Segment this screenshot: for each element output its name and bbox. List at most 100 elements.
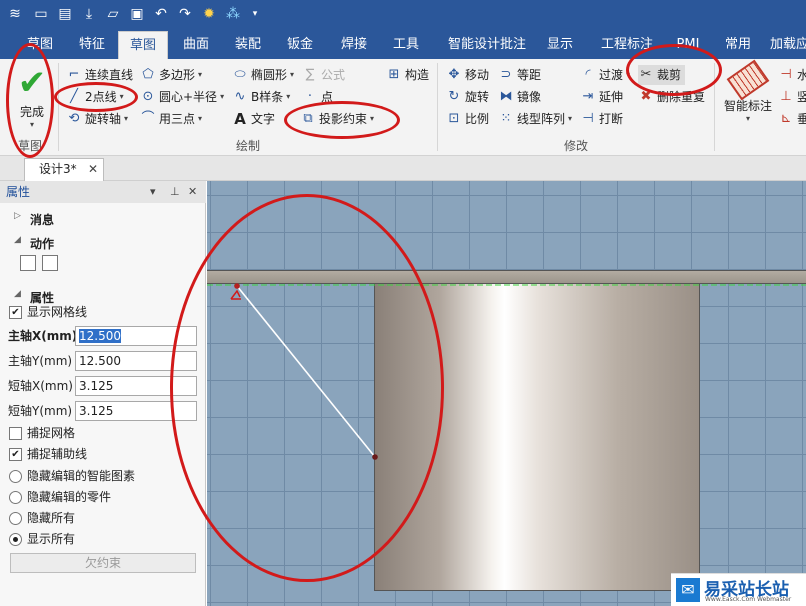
save-icon[interactable]: ▣ [128,5,146,23]
pin-icon[interactable]: ⊥ [170,181,180,203]
radio-hide-part[interactable] [9,491,22,504]
radio-show-all[interactable] [9,533,22,546]
rotate-button[interactable]: ↻ 旋转 [446,87,489,107]
section-actions[interactable]: ◢ 动作 [14,235,54,252]
scissors-icon: ✂ [640,67,652,82]
perpendicular-label: 垂 [797,112,806,126]
fillet-button[interactable]: ◜ 过渡 ▾ [580,65,630,85]
new-file-icon[interactable]: ▭ [32,5,50,23]
project-constraint-button[interactable]: ⧉ 投影约束 ▾ [300,109,374,129]
delete-icon: ✖ [640,89,652,104]
snap-grid-checkbox[interactable] [9,427,22,440]
tab-smart-annotation[interactable]: 智能设计批注 [440,31,534,59]
radio-hide-smart[interactable] [9,470,22,483]
tab-tools[interactable]: 工具 [384,31,428,59]
center-radius-button[interactable]: ⊙ 圆心+半径 ▾ [140,87,225,107]
close-icon[interactable]: ✕ [88,159,98,180]
point-icon: · [307,89,313,104]
section-messages[interactable]: ▷ 消息 [14,211,54,228]
break-button[interactable]: ⊣ 打断 [580,109,623,129]
tab-feature[interactable]: 特征 [70,31,114,59]
app-menu-icon[interactable]: ≋ [6,5,24,23]
major-y-input[interactable]: 12.500 [75,351,197,371]
line-start-point[interactable] [234,283,240,289]
sketch-line[interactable] [236,285,376,458]
edit-action-icon[interactable] [20,255,36,271]
two-point-line-button[interactable]: ╱ 2点线 ▾ [66,87,124,107]
text-button[interactable]: A 文字 [232,109,275,129]
linear-array-button[interactable]: ⁙ 线型阵列 ▾ [498,109,572,129]
equidistant-button[interactable]: ⊃ 等距 [498,65,541,85]
scale-button[interactable]: ⊡ 比例 [446,109,489,129]
redo-icon[interactable]: ↷ [176,5,194,23]
tab-weld[interactable]: 焊接 [332,31,376,59]
show-grid-checkbox[interactable]: ✔ [9,306,22,319]
export-icon[interactable]: ⤓ [80,5,98,23]
done-dropdown-icon: ▾ [29,120,34,129]
open-file-icon[interactable]: ▤ [56,5,74,23]
scale-icon: ⊡ [448,111,460,126]
under-constrained-button[interactable]: 欠约束 [10,553,196,573]
extend-button[interactable]: ⇥ 延伸 [580,87,623,107]
polyline-button[interactable]: ⌐ 连续直线 [66,65,133,85]
mirror-icon: ⧓ [499,89,513,104]
section-properties[interactable]: ◢ 属性 [14,289,54,306]
bspline-button[interactable]: ∿ B样条 ▾ [232,87,291,107]
chevron-down-icon: ▾ [290,70,295,79]
radio-hide-all[interactable] [9,512,22,525]
vertical-label: 竖 [797,90,806,104]
major-x-input[interactable]: 12.500 [75,326,197,346]
horizontal-constraint-button[interactable]: ⊣ 水 [778,65,806,85]
tab-display[interactable]: 显示 [538,31,582,59]
design-viewport[interactable] [207,181,806,606]
rotate-axis-button[interactable]: ⟲ 旋转轴 ▾ [66,109,128,129]
table-action-icon[interactable] [42,255,58,271]
document-tab[interactable]: 设计3* ✕ [24,158,104,181]
collapse-icon: ◢ [14,235,21,245]
project-constraint-label: 投影约束 [319,112,368,126]
tab-sketch[interactable]: 草图 [118,31,168,59]
group-label-modify: 修改 [564,139,589,153]
three-point-button[interactable]: ⌒ 用三点 ▾ [140,109,202,129]
mirror-button[interactable]: ⧓ 镜像 [498,87,542,107]
polygon-button[interactable]: ⬠ 多边形 ▾ [140,65,202,85]
snap-helper-checkbox[interactable]: ✔ [9,448,22,461]
ribbon: ✔ 完成 ▾ 草图 ⌐ 连续直线 ╱ 2点线 ▾ ⟲ 旋转轴 ▾ ⬠ 多边形 ▾… [0,59,806,156]
rotate-axis-label: 旋转轴 [85,112,122,126]
point-button[interactable]: · 点 [302,87,333,107]
formula-button[interactable]: ∑ 公式 [302,65,345,85]
undo-icon[interactable]: ↶ [152,5,170,23]
section-properties-label: 属性 [30,291,55,305]
gear-icon[interactable]: ✹ [200,5,218,23]
sparkle-icon[interactable]: ⁂ [224,5,242,23]
delete-repeat-button[interactable]: ✖ 删除重复 [638,87,705,107]
close-icon[interactable]: ✕ [188,181,197,203]
construct-button[interactable]: ⊞ 构造 [386,65,429,85]
trim-button[interactable]: ✂ 裁剪 [638,65,686,85]
minor-y-input[interactable]: 3.125 [75,401,197,421]
vertical-constraint-button[interactable]: ⊥ 竖 [778,87,806,107]
perpendicular-constraint-button[interactable]: ⊾ 垂 [778,109,806,129]
tab-engineering-dim[interactable]: 工程标注 [594,31,660,59]
polygon-label: 多边形 [159,68,196,82]
tab-pmi[interactable]: PMI [666,31,710,59]
ellipse-button[interactable]: ⬭ 椭圆形 ▾ [232,65,294,85]
text-icon: A [234,110,246,128]
line-end-point[interactable] [372,454,378,460]
done-button[interactable]: ✔ 完成 ▾ [10,63,54,133]
tab-assembly[interactable]: 装配 [226,31,270,59]
move-button[interactable]: ✥ 移动 [446,65,489,85]
panel-menu-icon[interactable]: ▾ [150,181,156,203]
scale-label: 比例 [465,112,490,126]
tab-surface[interactable]: 曲面 [174,31,218,59]
smart-dimension-button[interactable]: 智能标注 ▾ [720,59,776,135]
break-icon: ⊣ [582,111,594,126]
tab-addins[interactable]: 加载应 [770,31,806,59]
tab-sketch-hidden[interactable]: 草图 [20,31,60,59]
folder-icon[interactable]: ▱ [104,5,122,23]
ellipse-icon: ⬭ [234,67,246,82]
tab-sheet-metal[interactable]: 钣金 [278,31,322,59]
minor-x-input[interactable]: 3.125 [75,376,197,396]
quick-access-dropdown-icon[interactable]: ▾ [246,5,264,23]
tab-common[interactable]: 常用 [716,31,760,59]
